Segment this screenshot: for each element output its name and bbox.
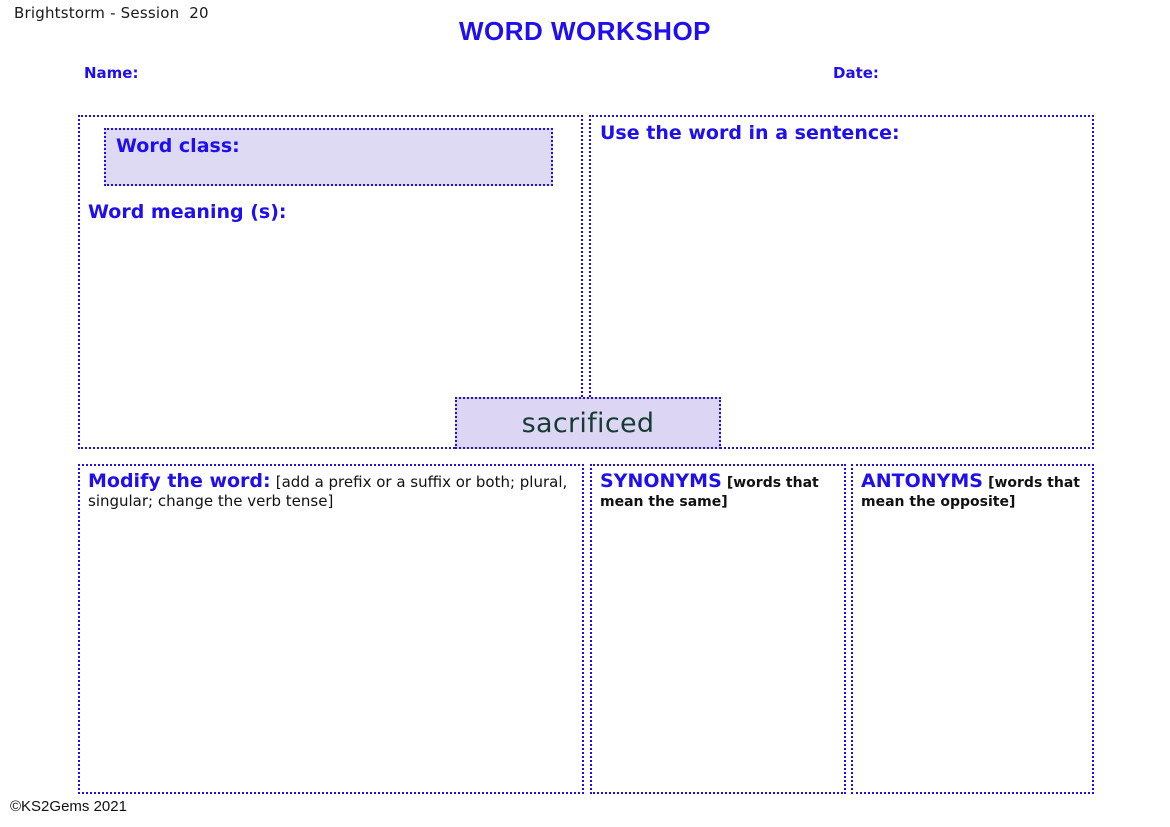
- word-class-box[interactable]: Word class:: [104, 128, 553, 186]
- antonyms-label: ANTONYMS: [861, 470, 983, 492]
- synonyms-heading: SYNONYMS [words that mean the same]: [600, 470, 838, 511]
- worksheet-page: { "header": { "session_label": "Brightst…: [0, 0, 1170, 827]
- copyright-credit: ©KS2Gems 2021: [10, 798, 127, 815]
- word-class-label: Word class:: [116, 135, 240, 157]
- sentence-label: Use the word in a sentence:: [600, 122, 900, 144]
- focus-word-box[interactable]: sacrificed: [455, 397, 721, 449]
- synonyms-panel[interactable]: SYNONYMS [words that mean the same]: [590, 464, 846, 794]
- word-meaning-label: Word meaning (s):: [88, 201, 286, 223]
- antonyms-heading: ANTONYMS [words that mean the opposite]: [861, 470, 1086, 511]
- antonyms-panel[interactable]: ANTONYMS [words that mean the opposite]: [851, 464, 1094, 794]
- modify-label: Modify the word:: [88, 470, 271, 492]
- date-field-label: Date:: [833, 64, 879, 82]
- name-field-label: Name:: [84, 64, 138, 82]
- synonyms-label: SYNONYMS: [600, 470, 722, 492]
- modify-word-panel[interactable]: Modify the word: [add a prefix or a suff…: [78, 464, 584, 794]
- page-title: WORD WORKSHOP: [0, 16, 1170, 47]
- focus-word-text: sacrificed: [522, 408, 655, 439]
- modify-heading: Modify the word: [add a prefix or a suff…: [88, 470, 576, 511]
